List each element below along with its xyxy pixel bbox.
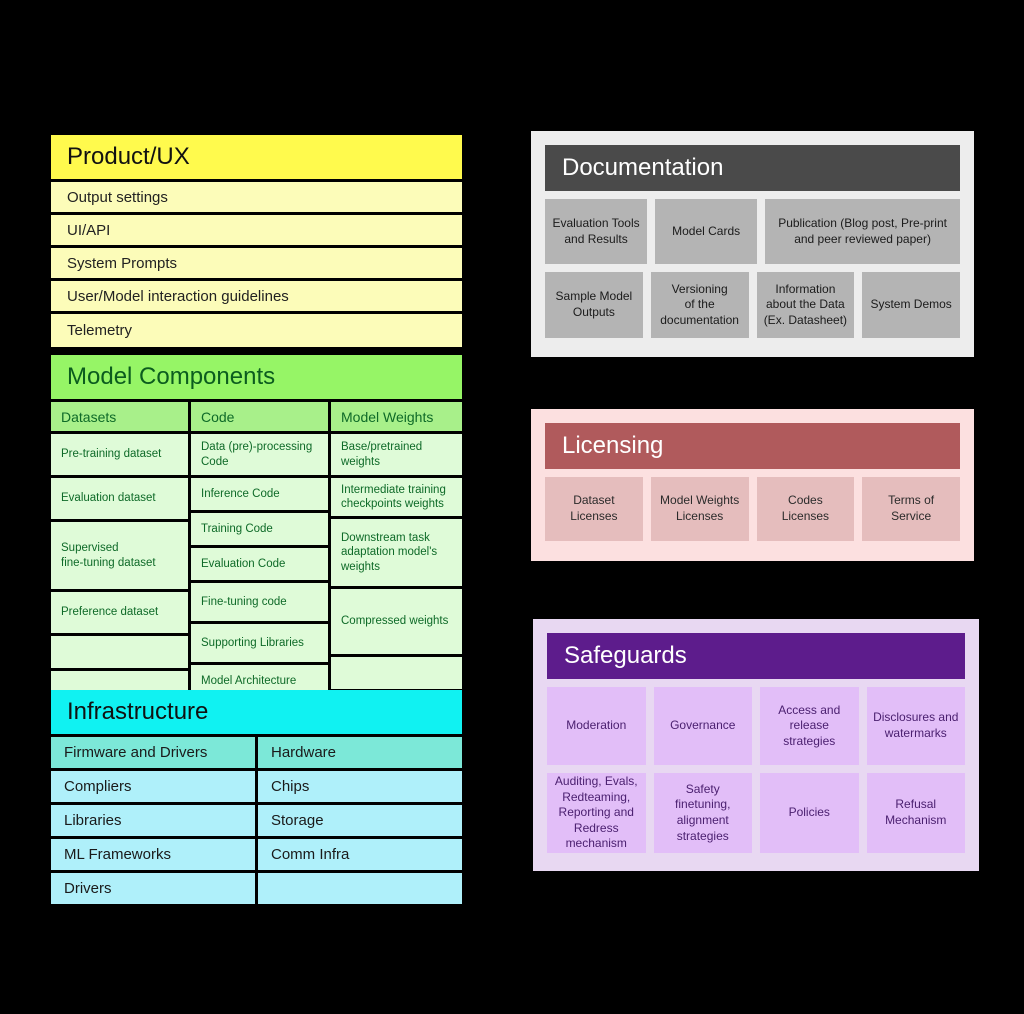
model-components-column: Datasets Pre-training dataset Evaluation d… [51,402,188,703]
model-components-cell[interactable]: Supervised fine-tuning dataset [51,522,188,589]
model-components-cell[interactable]: Downstream task adaptation model's weights [331,519,462,586]
model-components-cell[interactable]: Base/pretrained weights [331,434,462,475]
model-components-cell[interactable]: Intermediate training checkpoints weights [331,478,462,516]
diagram-canvas: Product/UX Output settings UI/API System P… [0,0,1024,1014]
infrastructure-column-header: Hardware [258,737,462,768]
safeguards-cell[interactable]: Refusal Mechanism [866,773,965,853]
licensing-cell[interactable]: Model Weights Licenses [650,477,749,541]
safeguards-row: Auditing, Evals, Redteaming, Reporting and… [547,773,965,853]
product-ux-rows: Output settings UI/API System Prompts User/… [51,182,462,347]
documentation-row: Evaluation Tools and Results Model Cards Pu… [545,199,960,264]
safeguards-cell[interactable]: Safety finetuning, alignment strategies [653,773,752,853]
infrastructure-column-header: Firmware and Drivers [51,737,255,768]
licensing-row: Dataset Licenses Model Weights Licenses Code… [545,477,960,541]
licensing-cell[interactable]: Dataset Licenses [545,477,643,541]
model-components-cell[interactable]: Pre-training dataset [51,434,188,475]
model-components-cell[interactable]: Training Code [191,513,328,545]
product-ux-row[interactable]: Output settings [51,182,462,215]
safeguards-cell[interactable]: Access and release strategies [760,687,859,765]
panel-documentation: Documentation Evaluation Tools and Result… [531,131,974,357]
infrastructure-cell-empty [258,873,462,904]
safeguards-cell[interactable]: Policies [760,773,859,853]
safeguards-cell[interactable]: Governance [653,687,752,765]
model-components-column-header: Model Weights [331,402,462,431]
panel-safeguards: Safeguards Moderation Governance Access an… [533,619,979,871]
model-components-cell-empty [331,657,462,689]
safeguards-row: Moderation Governance Access and release str… [547,687,965,765]
licensing-rows: Dataset Licenses Model Weights Licenses Code… [545,477,960,541]
documentation-cell[interactable]: Evaluation Tools and Results [545,199,648,264]
documentation-cell[interactable]: Information about the Data (Ex. Datasheet) [756,272,855,338]
model-components-cell[interactable]: Supporting Libraries [191,624,328,662]
infrastructure-cell[interactable]: Chips [258,771,462,802]
safeguards-rows: Moderation Governance Access and release str… [547,687,965,853]
model-components-cell[interactable]: Evaluation dataset [51,478,188,519]
product-ux-row[interactable]: System Prompts [51,248,462,281]
infrastructure-cell[interactable]: Comm Infra [258,839,462,870]
documentation-cell[interactable]: Model Cards [655,199,758,264]
model-components-cell[interactable]: Preference dataset [51,592,188,633]
licensing-cell[interactable]: Terms of Service [862,477,960,541]
documentation-cell[interactable]: System Demos [862,272,960,338]
infrastructure-cell[interactable]: Drivers [51,873,255,904]
model-components-cell[interactable]: Inference Code [191,478,328,510]
infrastructure-cell[interactable]: Compliers [51,771,255,802]
infrastructure-cell[interactable]: Libraries [51,805,255,836]
panel-infrastructure: Infrastructure Firmware and Drivers Compl… [51,690,462,904]
panel-model-components: Model Components Datasets Pre-training da… [51,355,462,703]
documentation-cell[interactable]: Sample Model Outputs [545,272,643,338]
model-components-column-header: Datasets [51,402,188,431]
infrastructure-column: Firmware and Drivers Compliers Libraries ML… [51,737,255,904]
infrastructure-cell[interactable]: Storage [258,805,462,836]
infrastructure-title: Infrastructure [51,690,462,737]
model-components-cell-empty [51,636,188,668]
licensing-title: Licensing [545,423,960,469]
documentation-row: Sample Model Outputs Versioning of the docum… [545,272,960,338]
documentation-cell[interactable]: Publication (Blog post, Pre-print and pee… [765,199,960,264]
documentation-cell[interactable]: Versioning of the documentation [650,272,749,338]
product-ux-title: Product/UX [51,135,462,182]
model-components-cell[interactable]: Data (pre)-processing Code [191,434,328,475]
model-components-cell[interactable]: Fine-tuning code [191,583,328,621]
model-components-cell[interactable]: Compressed weights [331,589,462,654]
product-ux-row[interactable]: User/Model interaction guidelines [51,281,462,314]
infrastructure-grid: Firmware and Drivers Compliers Libraries ML… [51,737,462,904]
model-components-title: Model Components [51,355,462,402]
infrastructure-cell[interactable]: ML Frameworks [51,839,255,870]
panel-licensing: Licensing Dataset Licenses Model Weights Li… [531,409,974,561]
product-ux-row[interactable]: Telemetry [51,314,462,347]
model-components-column: Model Weights Base/pretrained weights Inter… [331,402,462,703]
panel-product-ux: Product/UX Output settings UI/API System P… [51,135,462,347]
model-components-column-header: Code [191,402,328,431]
safeguards-cell[interactable]: Auditing, Evals, Redteaming, Reporting and… [547,773,646,853]
documentation-rows: Evaluation Tools and Results Model Cards Pu… [545,199,960,338]
safeguards-cell[interactable]: Disclosures and watermarks [866,687,965,765]
product-ux-row[interactable]: UI/API [51,215,462,248]
licensing-cell[interactable]: Codes Licenses [756,477,855,541]
model-components-column: Code Data (pre)-processing Code Inference C… [191,402,328,703]
infrastructure-column: Hardware Chips Storage Comm Infra [258,737,462,904]
safeguards-cell[interactable]: Moderation [547,687,646,765]
safeguards-title: Safeguards [547,633,965,679]
documentation-title: Documentation [545,145,960,191]
model-components-grid: Datasets Pre-training dataset Evaluation d… [51,402,462,703]
model-components-cell[interactable]: Evaluation Code [191,548,328,580]
